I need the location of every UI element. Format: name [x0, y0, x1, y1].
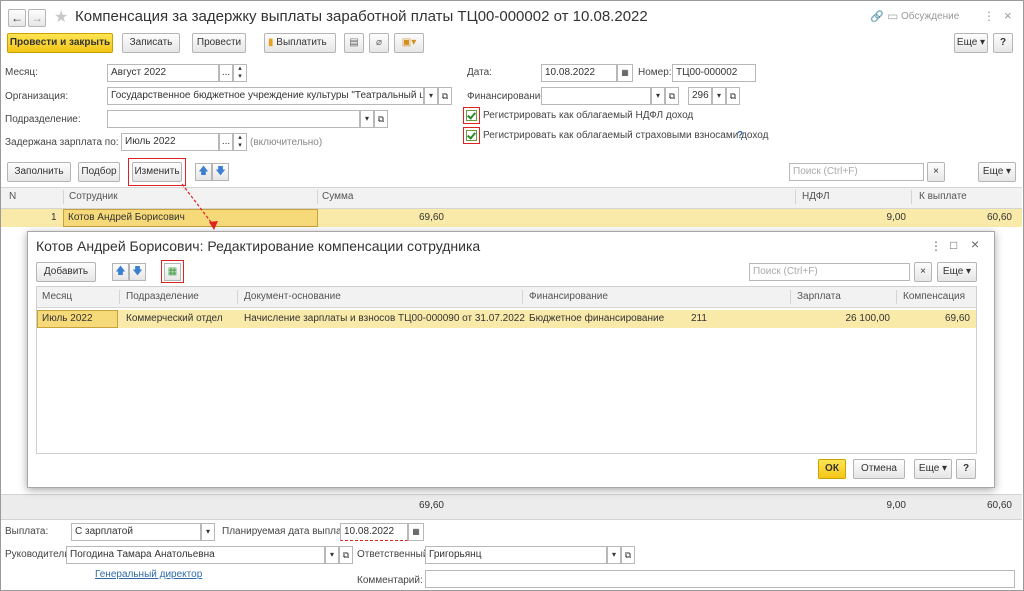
- head-field[interactable]: Погодина Тамара Анатольевна: [66, 546, 325, 564]
- comment-label: Комментарий:: [357, 575, 423, 586]
- planned-calendar-icon[interactable]: ▦: [408, 523, 424, 541]
- responsible-dropdown[interactable]: ▾: [607, 546, 621, 564]
- head-dropdown[interactable]: ▾: [325, 546, 339, 564]
- payout-dropdown[interactable]: ▾: [201, 523, 215, 541]
- payout-label: Выплата:: [5, 526, 49, 537]
- head-label: Руководитель:: [5, 549, 73, 560]
- planned-date-label: Планируемая дата выплаты:: [222, 526, 356, 537]
- payout-field[interactable]: С зарплатой: [71, 523, 201, 541]
- planned-date-field[interactable]: 10.08.2022: [340, 523, 408, 541]
- head-position-link[interactable]: Генеральный директор: [95, 568, 202, 582]
- responsible-open[interactable]: ⧉: [621, 546, 635, 564]
- head-open[interactable]: ⧉: [339, 546, 353, 564]
- responsible-label: Ответственный:: [357, 549, 432, 560]
- annotation-arrow: [181, 183, 218, 230]
- comment-field[interactable]: [425, 570, 1015, 588]
- responsible-field[interactable]: Григорьянц: [425, 546, 607, 564]
